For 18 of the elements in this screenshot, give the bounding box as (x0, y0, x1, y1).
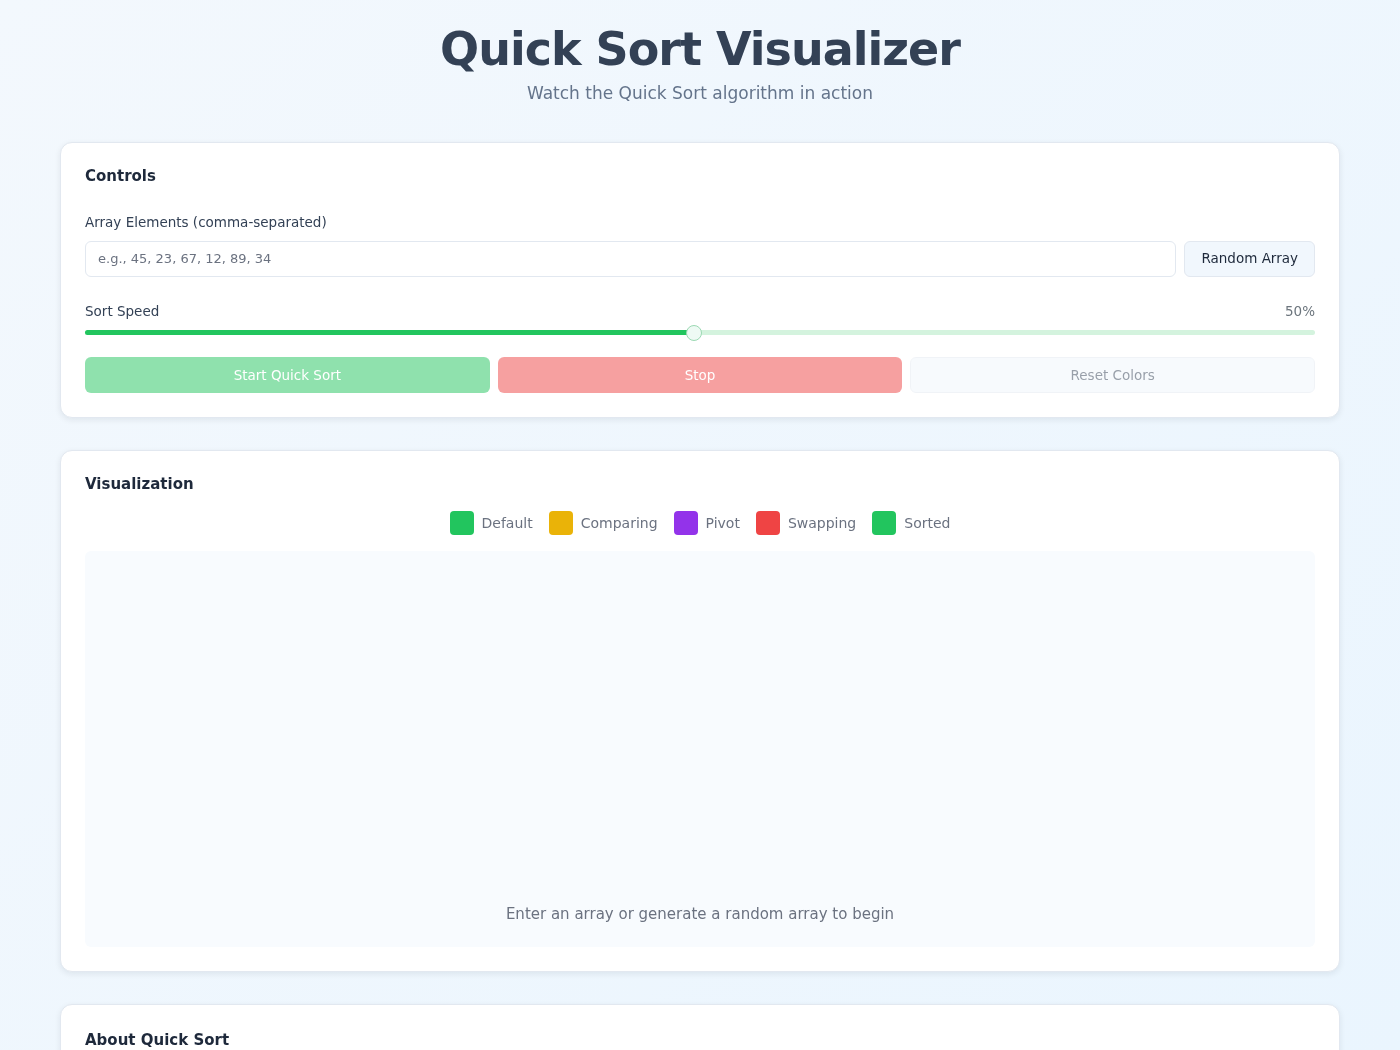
speed-slider[interactable] (85, 324, 1315, 341)
array-input-field[interactable]: e.g., 45, 23, 67, 12, 89, 34 (85, 240, 1177, 277)
field-label: Array Elements (comma-separated) (85, 213, 327, 230)
legend-label: Default (481, 513, 533, 533)
speed-reading: 50% (1285, 301, 1315, 321)
page-title: Quick Sort Visualizer (439, 24, 962, 75)
slider-label: Sort Speed (85, 301, 160, 321)
slider-thumb[interactable] (685, 324, 702, 341)
legend-label: Swapping (787, 513, 857, 533)
page-subtitle: Watch the Quick Sort algorithm in action (526, 82, 873, 103)
legend-label: Sorted (904, 513, 951, 533)
legend-label: Comparing (580, 513, 658, 533)
empty-message: Enter an array or generate a random array to begin (505, 903, 895, 925)
card-title: Controls (85, 167, 156, 186)
random-array-button[interactable]: Random Array (1184, 240, 1315, 277)
card-title: About Quick Sort (85, 1031, 230, 1050)
card-title: Visualization (85, 474, 194, 493)
legend-label: Pivot (705, 513, 740, 533)
